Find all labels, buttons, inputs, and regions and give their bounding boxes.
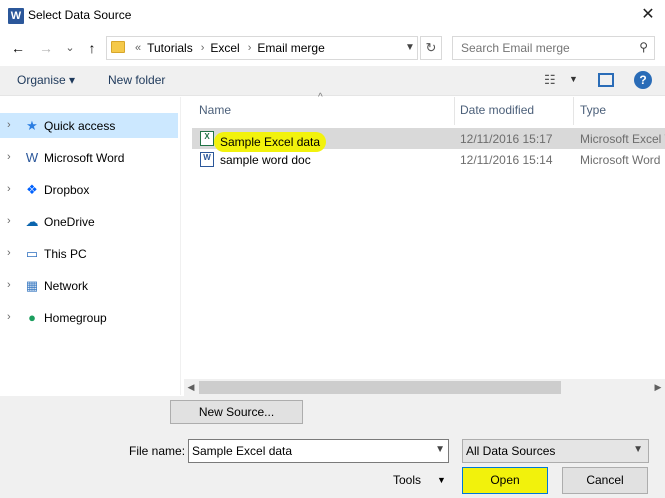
sidebar-item-microsoft-word[interactable]: › W Microsoft Word	[0, 145, 178, 170]
sidebar-item-label: Microsoft Word	[44, 151, 125, 165]
column-header-name[interactable]: Name	[199, 103, 231, 117]
help-icon[interactable]: ?	[634, 71, 652, 89]
excel-file-icon: X	[200, 131, 214, 146]
forward-button[interactable]: →	[36, 38, 56, 58]
word-icon: W	[25, 150, 39, 165]
sidebar-item-this-pc[interactable]: › ▭ This PC	[0, 241, 178, 266]
chevron-right-icon[interactable]: ›	[7, 119, 11, 131]
breadcrumb: « Tutorials › Excel › Email merge	[131, 37, 329, 59]
chevron-right-icon[interactable]: ›	[201, 42, 205, 54]
breadcrumb-excel[interactable]: Excel	[210, 41, 239, 55]
file-name-input[interactable]	[192, 444, 428, 458]
up-button[interactable]: ↑	[82, 38, 102, 58]
sidebar-item-homegroup[interactable]: › ● Homegroup	[0, 305, 178, 330]
horizontal-scrollbar[interactable]: ◀ ▶	[184, 379, 665, 396]
file-name-label: File name:	[129, 444, 186, 458]
navigation-pane: › ★ Quick access › W Microsoft Word › ❖ Dropbox ›…	[0, 97, 180, 395]
breadcrumb-email-merge[interactable]: Email merge	[257, 41, 324, 55]
new-folder-button[interactable]: New folder	[108, 73, 165, 87]
organise-menu[interactable]: Organise ▾	[17, 73, 75, 87]
chevron-down-icon[interactable]: ▼	[437, 475, 446, 485]
file-type: Microsoft Excel W	[580, 132, 665, 146]
sidebar-item-dropbox[interactable]: › ❖ Dropbox	[0, 177, 178, 202]
new-source-button[interactable]: New Source...	[170, 400, 303, 424]
chevron-down-icon[interactable]: ▼	[633, 444, 643, 455]
chevron-down-icon[interactable]: ▼	[435, 444, 445, 455]
breadcrumb-overflow[interactable]: «	[135, 42, 141, 54]
chevron-right-icon[interactable]: ›	[7, 311, 11, 323]
file-date-modified: 12/11/2016 15:14	[460, 153, 553, 167]
sidebar-item-quick-access[interactable]: › ★ Quick access	[0, 113, 178, 138]
address-bar[interactable]: « Tutorials › Excel › Email merge ▼	[106, 36, 418, 60]
word-file-icon: W	[200, 152, 214, 167]
tools-menu[interactable]: Tools	[393, 473, 421, 487]
refresh-button[interactable]: ↻	[420, 36, 442, 60]
network-icon: ▦	[25, 278, 39, 293]
sidebar-item-label: Network	[44, 279, 89, 293]
title-bar: W Select Data Source ✕	[0, 0, 665, 32]
folder-icon	[111, 41, 125, 53]
chevron-right-icon[interactable]: ›	[7, 279, 11, 291]
scroll-right-icon[interactable]: ▶	[651, 379, 665, 396]
chevron-right-icon[interactable]: ›	[7, 247, 11, 259]
file-type-value: All Data Sources	[466, 444, 556, 458]
dropbox-icon: ❖	[26, 182, 38, 197]
preview-pane-icon[interactable]	[598, 73, 614, 87]
sidebar-item-network[interactable]: › ▦ Network	[0, 273, 178, 298]
column-header-type[interactable]: Type	[580, 103, 606, 117]
file-row[interactable]: Wsample word doc 12/11/2016 15:14 Microsof…	[192, 149, 665, 170]
chevron-right-icon[interactable]: ›	[7, 151, 11, 163]
chevron-right-icon[interactable]: ›	[248, 42, 252, 54]
command-bar	[0, 66, 665, 96]
search-box[interactable]: ⚲	[452, 36, 655, 60]
column-divider[interactable]	[454, 97, 455, 125]
chevron-down-icon[interactable]: ▼	[403, 39, 417, 57]
open-button[interactable]: Open	[462, 467, 548, 494]
file-type-select[interactable]: All Data Sources ▼	[462, 439, 649, 463]
file-row[interactable]: X Sample Excel data 12/11/2016 15:17 Micros…	[192, 128, 665, 152]
column-divider[interactable]	[573, 97, 574, 125]
sidebar-item-label: Homegroup	[44, 311, 107, 325]
file-name: sample word doc	[220, 153, 311, 167]
cloud-icon: ☁	[25, 214, 39, 229]
view-options-icon[interactable]: ☷	[544, 72, 556, 88]
computer-icon: ▭	[25, 246, 39, 261]
sort-ascending-icon: ^	[318, 92, 323, 103]
column-header-date[interactable]: Date modified	[460, 103, 534, 117]
search-icon[interactable]: ⚲	[639, 40, 648, 54]
breadcrumb-tutorials[interactable]: Tutorials	[147, 41, 193, 55]
chevron-down-icon[interactable]: ▼	[569, 74, 578, 84]
pane-divider[interactable]	[180, 97, 181, 395]
sidebar-item-onedrive[interactable]: › ☁ OneDrive	[0, 209, 178, 234]
word-app-icon: W	[8, 8, 24, 24]
chevron-right-icon[interactable]: ›	[7, 183, 11, 195]
back-button[interactable]: ←	[8, 38, 28, 58]
sidebar-item-label: OneDrive	[44, 215, 95, 229]
search-input[interactable]	[461, 41, 631, 55]
cancel-button[interactable]: Cancel	[562, 467, 648, 494]
star-icon: ★	[26, 118, 38, 133]
sidebar-item-label: Dropbox	[44, 183, 90, 197]
file-type: Microsoft Word	[580, 153, 661, 167]
file-date-modified: 12/11/2016 15:17	[460, 132, 553, 146]
sidebar-item-label: Quick access	[44, 119, 116, 133]
scroll-left-icon[interactable]: ◀	[184, 379, 198, 396]
homegroup-icon: ●	[28, 310, 36, 325]
window-title: Select Data Source	[28, 8, 132, 22]
chevron-right-icon[interactable]: ›	[7, 215, 11, 227]
close-button[interactable]: ✕	[636, 4, 660, 26]
sidebar-item-label: This PC	[44, 247, 87, 261]
scrollbar-thumb[interactable]	[199, 381, 561, 394]
file-name-combobox[interactable]: ▼	[188, 439, 449, 463]
recent-locations-button[interactable]: ⌄	[60, 38, 80, 58]
